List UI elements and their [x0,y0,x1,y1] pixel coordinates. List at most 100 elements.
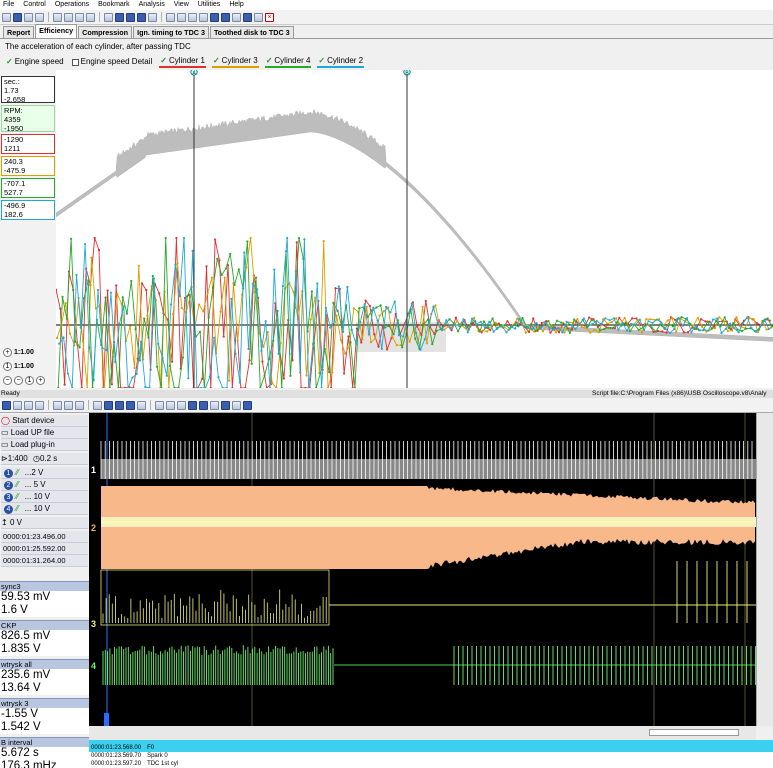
tab-efficiency[interactable]: Efficiency [35,24,78,38]
channel-row-4[interactable]: 4 ⁄⁄ ... 10 V [1,503,88,515]
time-row-2[interactable]: 0000:01:25.592.00 [1,543,88,555]
open-icon[interactable] [13,400,22,410]
page-icon[interactable] [254,12,263,22]
event-row[interactable]: 0000:01:23.597.20 TDC 1st cyl [89,760,773,768]
cursor-icon[interactable] [53,12,62,22]
zoom-out-icon[interactable]: − [3,376,12,385]
checkbox-checked-icon[interactable]: ✓ [213,56,220,66]
save-icon[interactable] [13,12,22,22]
channel-probe-icon: ⁄⁄ [16,468,19,477]
table-icon[interactable] [166,400,175,410]
tab-toothed-disk-to-tdc-3[interactable]: Toothed disk to TDC 3 [209,26,294,38]
redo-icon[interactable] [86,12,95,22]
check-icon[interactable] [104,400,113,410]
help-icon[interactable] [243,400,252,410]
document-icon[interactable] [148,12,157,22]
zoom-in-icon[interactable]: + [3,348,12,357]
trigger-row[interactable]: ↥ 0 V [1,517,88,529]
cursor-icon[interactable] [53,400,62,410]
verify-icon[interactable] [137,12,146,22]
grid-icon[interactable] [155,400,164,410]
play-icon[interactable] [210,12,219,22]
legend-item-cylinder-2[interactable]: ✓ Cylinder 2 [317,56,365,68]
efficiency-chart[interactable]: AB [54,68,773,390]
window-icon[interactable] [232,12,241,22]
load-file-button[interactable]: ▭ Load UP file [1,427,88,439]
horizontal-scrollbar[interactable] [89,726,756,740]
tab-report[interactable]: Report [3,26,35,38]
time-row-1[interactable]: 0000:01:23.496.00 [1,531,88,543]
checkbox-checked-icon[interactable]: ✓ [6,57,13,67]
verify-icon[interactable] [126,400,135,410]
move-icon[interactable] [64,400,73,410]
event-row[interactable]: 0000:01:23.569.70 Spark 0 [89,752,773,760]
fit-icon[interactable]: 1 [3,362,12,371]
time-row-3[interactable]: 0000:01:31.264.00 [1,555,88,567]
menu-item-operations[interactable]: Operations [55,0,89,10]
scroll-thumb[interactable] [649,729,739,736]
step-icon[interactable] [199,400,208,410]
vertical-scrollbar[interactable] [756,413,773,726]
save-icon[interactable] [2,400,11,410]
channel-row-2[interactable]: 2 ⁄⁄ ... 5 V [1,479,88,491]
timebase-row[interactable]: ⊳1:400 ◷0.2 s [1,453,88,465]
cylinder-point [365,305,368,308]
legend-item-engine-speed[interactable]: ✓ Engine speed [5,56,65,68]
move-icon[interactable] [64,12,73,22]
folder-icon[interactable] [177,400,186,410]
event-list[interactable]: 0000:01:23.568.00 F0 0000:01:23.569.70 Spar… [89,740,773,768]
cylinder-point [62,336,65,339]
menu-item-control[interactable]: Control [23,0,46,10]
legend-item-cylinder-3[interactable]: ✓ Cylinder 3 [211,56,259,68]
zoom-in-x-icon[interactable]: + [36,376,45,385]
legend-item-engine-speed-detail[interactable]: Engine speed Detail [71,56,154,68]
print-icon[interactable] [35,12,44,22]
menu-item-utilities[interactable]: Utilities [198,0,221,10]
cylinder-point [737,331,740,334]
menu-item-analysis[interactable]: Analysis [139,0,165,10]
event-row[interactable]: 0000:01:23.568.00 F0 [89,744,773,752]
menu-item-help[interactable]: Help [229,0,243,10]
checkbox-checked-icon[interactable]: ✓ [266,56,273,66]
reset-zoom-icon[interactable]: 1 [25,376,34,385]
zoom-out-x-icon[interactable]: − [14,376,23,385]
view-icon[interactable] [93,400,102,410]
settings-icon[interactable] [221,400,230,410]
folder-icon[interactable] [199,12,208,22]
table-icon[interactable] [177,12,186,22]
undo-icon[interactable] [75,400,84,410]
check-icon[interactable] [115,12,124,22]
grid-icon[interactable] [166,12,175,22]
checkbox-empty-icon[interactable] [71,58,79,66]
copy-icon[interactable] [35,400,44,410]
checkbox-checked-icon[interactable]: ✓ [318,56,325,66]
checkbox-checked-icon[interactable]: ✓ [160,56,167,66]
oscilloscope-display[interactable]: 1 2 3 4 [89,413,756,726]
document-icon[interactable] [137,400,146,410]
view-icon[interactable] [104,12,113,22]
menu-item-file[interactable]: File [3,0,14,10]
print-icon[interactable] [24,400,33,410]
legend-item-cylinder-1[interactable]: ✓ Cylinder 1 [159,56,206,68]
start-device-button[interactable]: ◯ Start device [1,415,88,427]
close-icon[interactable]: × [265,12,274,22]
window-icon[interactable] [210,400,219,410]
menu-item-view[interactable]: View [174,0,189,10]
settings-icon[interactable] [243,12,252,22]
channel-row-3[interactable]: 3 ⁄⁄ ... 10 V [1,491,88,503]
new-file-icon[interactable] [2,12,11,22]
export-icon[interactable] [188,12,197,22]
undo-icon[interactable] [75,12,84,22]
load-plugin-button[interactable]: ▭ Load plug-in [1,439,88,451]
check-all-icon[interactable] [115,400,124,410]
legend-item-cylinder-4[interactable]: ✓ Cylinder 4 [264,56,312,68]
menu-item-bookmark[interactable]: Bookmark [98,0,130,10]
tab-compression[interactable]: Compression [78,26,133,38]
step-icon[interactable] [221,12,230,22]
check-all-icon[interactable] [126,12,135,22]
play-icon[interactable] [188,400,197,410]
open-icon[interactable] [24,12,33,22]
tab-ign-timing-to-tdc-3[interactable]: Ign. timing to TDC 3 [133,26,209,38]
channel-row-1[interactable]: 1 ⁄⁄ ...2 V [1,467,88,479]
page-icon[interactable] [232,400,241,410]
